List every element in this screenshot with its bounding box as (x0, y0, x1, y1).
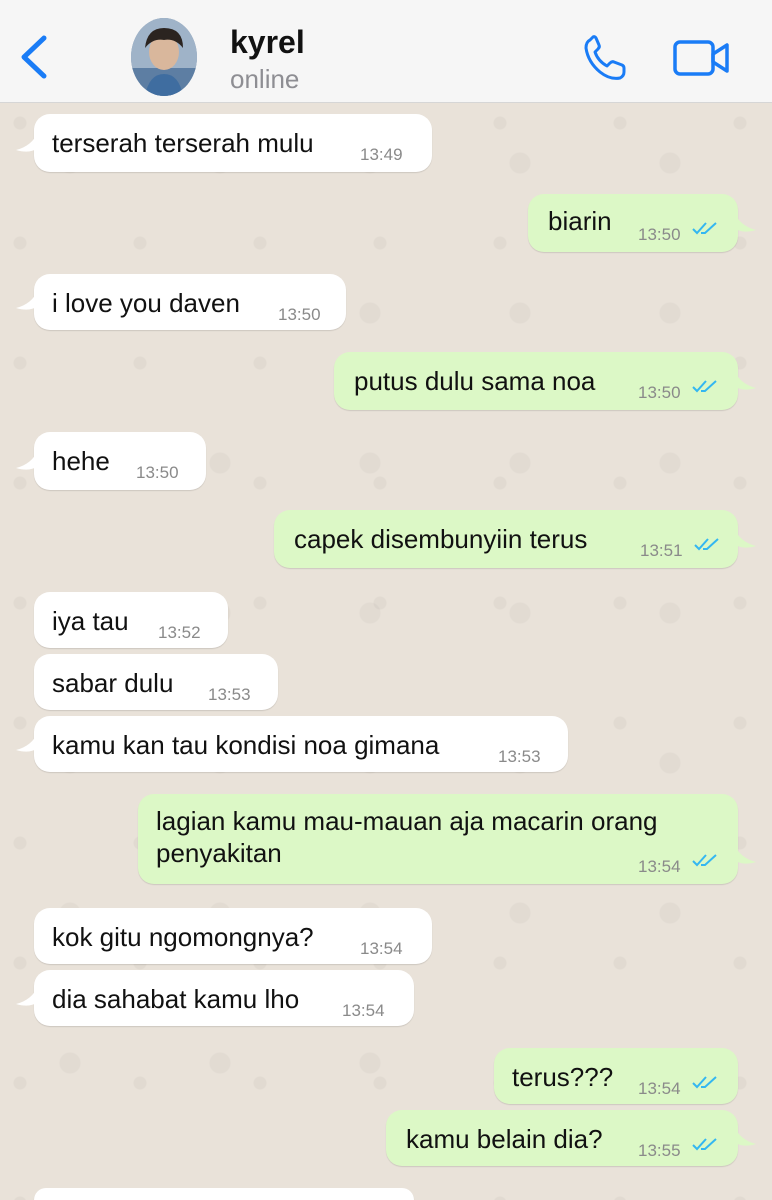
message-bubble-incoming[interactable]: hehe 13:50 (34, 432, 206, 490)
message-time: 13:55 (638, 1141, 681, 1160)
bubble-tail (16, 986, 38, 1006)
message-text: terus??? (512, 1062, 614, 1092)
contact-status: online (230, 64, 300, 94)
message-text: terserah terserah mulu (52, 128, 314, 158)
message-time: 13:52 (158, 623, 201, 642)
bubble-tail (734, 844, 756, 864)
chat-background (0, 103, 772, 1200)
voice-call-button[interactable] (580, 34, 630, 82)
message-text-line-1: lagian kamu mau-mauan aja macarin orang (156, 806, 658, 836)
message-text: kamu kan tau kondisi noa gimana (52, 730, 440, 760)
chat-header: kyrel online (0, 0, 772, 103)
message-time: 13:54 (638, 857, 681, 876)
message-time: 13:50 (638, 383, 681, 402)
bubble-tail (16, 450, 38, 470)
read-receipt-icon (692, 1138, 717, 1151)
message-bubble-outgoing[interactable]: putus dulu sama noa 13:50 (334, 352, 738, 410)
video-camera-icon (673, 40, 729, 76)
message-time: 13:54 (342, 1001, 385, 1020)
phone-icon (584, 35, 626, 80)
read-receipt-icon (694, 538, 719, 551)
message-time: 13:53 (498, 747, 541, 766)
bubble-tail (16, 290, 38, 310)
message-time: 13:49 (360, 145, 403, 164)
message-bubble-incoming[interactable]: kamu kan tau kondisi noa gimana 13:53 (34, 716, 568, 772)
message-text: putus dulu sama noa (354, 366, 596, 396)
message-text: i love you daven (52, 288, 240, 318)
bubble-tail (734, 1126, 756, 1146)
message-bubble-incoming[interactable]: i love you daven 13:50 (34, 274, 346, 330)
read-receipt-icon (692, 222, 717, 235)
contact-name[interactable]: kyrel (230, 24, 305, 61)
message-time: 13:54 (360, 939, 403, 958)
bubble-tail (734, 370, 756, 390)
message-text: biarin (548, 206, 612, 236)
avatar[interactable] (131, 18, 197, 96)
message-text: dia sahabat kamu lho (52, 984, 300, 1014)
message-bubble-outgoing[interactable]: terus??? 13:54 (494, 1048, 738, 1104)
bubble-tail (16, 132, 38, 152)
message-text: kamu belain dia? (406, 1124, 603, 1154)
message-bubble-incoming[interactable]: dia sahabat kamu lho 13:54 (34, 970, 414, 1026)
message-bubble-outgoing[interactable]: lagian kamu mau-mauan aja macarin orang … (138, 794, 738, 884)
message-bubble-partial (34, 1188, 414, 1200)
message-text-line-2: penyakitan (156, 838, 282, 868)
message-bubble-incoming[interactable]: iya tau 13:52 (34, 592, 228, 648)
bubble-tail (734, 212, 756, 232)
chevron-left-icon (21, 35, 47, 79)
bubble-tail (16, 732, 38, 752)
message-bubble-outgoing[interactable]: capek disembunyiin terus 13:51 (274, 510, 738, 568)
message-time: 13:50 (136, 463, 179, 482)
message-bubble-incoming[interactable]: sabar dulu 13:53 (34, 654, 278, 710)
read-receipt-icon (692, 380, 717, 393)
message-bubble-outgoing[interactable]: kamu belain dia? 13:55 (386, 1110, 738, 1166)
message-bubble-incoming[interactable]: kok gitu ngomongnya? 13:54 (34, 908, 432, 964)
message-text: capek disembunyiin terus (294, 524, 588, 554)
message-text: iya tau (52, 606, 129, 636)
read-receipt-icon (692, 1076, 717, 1089)
read-receipt-icon (692, 854, 717, 867)
message-time: 13:50 (638, 225, 681, 244)
message-bubble-incoming[interactable]: terserah terserah mulu 13:49 (34, 114, 432, 172)
message-text: kok gitu ngomongnya? (52, 922, 314, 952)
message-bubble-outgoing[interactable]: biarin 13:50 (528, 194, 738, 252)
back-button[interactable] (14, 34, 54, 80)
message-time: 13:51 (640, 541, 683, 560)
message-time: 13:53 (208, 685, 251, 704)
message-time: 13:54 (638, 1079, 681, 1098)
message-text: hehe (52, 446, 110, 476)
video-call-button[interactable] (672, 38, 732, 78)
message-time: 13:50 (278, 305, 321, 324)
message-text: sabar dulu (52, 668, 174, 698)
bubble-tail (734, 528, 756, 548)
